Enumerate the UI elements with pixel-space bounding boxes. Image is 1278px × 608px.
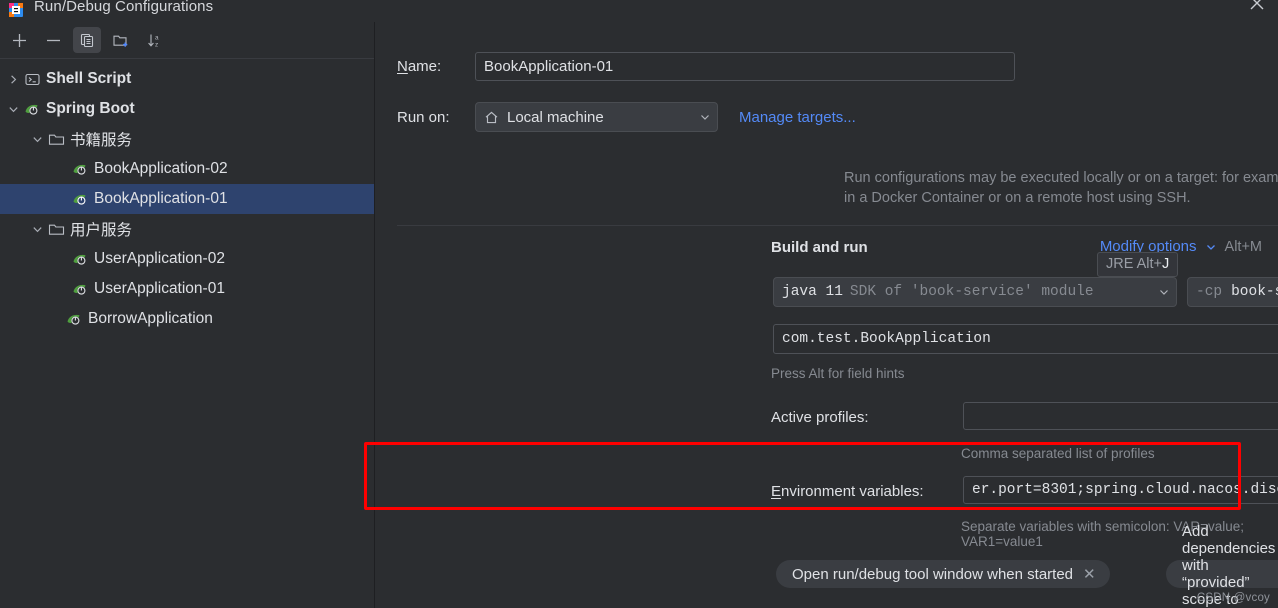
tree-item-shell-script[interactable]: Shell Script	[0, 64, 374, 94]
chip-label: Open run/debug tool window when started	[792, 565, 1074, 583]
sort-configurations-button[interactable]: a z	[141, 27, 169, 53]
field-hints-text: Press Alt for field hints	[771, 366, 905, 381]
environment-variables-value: er.port=8301;spring.cloud.nacos.discover…	[972, 482, 1278, 498]
copy-configuration-button[interactable]	[73, 27, 101, 53]
title-bar: Run/Debug Configurations	[0, 0, 1278, 22]
run-on-value: Local machine	[507, 108, 604, 126]
active-profiles-hint: Comma separated list of profiles	[961, 446, 1155, 461]
close-icon[interactable]: ✕	[1083, 567, 1096, 582]
chevron-right-icon[interactable]	[4, 74, 22, 85]
chevron-down-icon[interactable]	[1158, 286, 1170, 298]
home-icon	[484, 110, 499, 125]
tree-item-userapplication-01[interactable]: UserApplication-01	[0, 274, 374, 304]
tree-item-label: BookApplication-01	[94, 190, 228, 207]
tree-item-spring-boot[interactable]: Spring Boot	[0, 94, 374, 124]
run-debug-configurations-dialog: Run/Debug Configurations a z Shell Scrip…	[0, 0, 1278, 608]
shell-script-icon	[22, 72, 42, 87]
folder-icon	[46, 132, 66, 147]
run-on-help-text: Run configurations may be executed local…	[844, 170, 1278, 206]
chevron-down-icon[interactable]	[28, 224, 46, 235]
spring-boot-icon	[70, 162, 90, 177]
environment-variables-label: Environment variables:	[771, 483, 924, 500]
watermark: CSDN @vcoy	[1196, 592, 1270, 604]
chip-open-tool-window[interactable]: Open run/debug tool window when started …	[776, 560, 1110, 588]
close-icon[interactable]	[1246, 0, 1268, 14]
intellij-idea-icon	[8, 2, 24, 18]
main-class-value: com.test.BookApplication	[782, 331, 991, 347]
tree-item-bookapplication-01[interactable]: BookApplication-01	[0, 184, 374, 214]
classpath-combobox[interactable]: -cp book-service	[1187, 277, 1278, 307]
jre-value-hint: SDK of 'book-service' module	[849, 284, 1094, 300]
spring-boot-icon	[70, 252, 90, 267]
jre-shortcut-tooltip: JRE Alt+J	[1097, 252, 1179, 277]
active-profiles-input[interactable]	[963, 402, 1278, 430]
dialog-body: a z Shell Script Spring Boot 书籍服务 BookAp…	[0, 22, 1278, 608]
name-input[interactable]: BookApplication-01	[475, 52, 1015, 81]
modify-options-shortcut: Alt+M	[1224, 238, 1262, 255]
tree-item-userapplication-02[interactable]: UserApplication-02	[0, 244, 374, 274]
environment-variables-input[interactable]: er.port=8301;spring.cloud.nacos.discover…	[963, 476, 1278, 504]
classpath-prefix: -cp	[1196, 284, 1223, 300]
tree-item-label: BorrowApplication	[88, 310, 213, 327]
tree-item-label: Shell Script	[46, 70, 132, 87]
jre-combobox[interactable]: java 11 SDK of 'book-service' module	[773, 277, 1177, 307]
classpath-value: book-service	[1231, 284, 1278, 300]
new-folder-button[interactable]	[107, 27, 135, 53]
chevron-down-icon[interactable]	[28, 134, 46, 145]
run-on-label: Run on:	[397, 108, 450, 126]
tree-item-borrowapplication[interactable]: BorrowApplication	[0, 304, 374, 334]
manage-targets-link[interactable]: Manage targets...	[739, 109, 856, 126]
active-profiles-label: Active profiles:	[771, 409, 869, 426]
chevron-down-icon[interactable]	[1205, 241, 1217, 253]
spring-boot-icon	[64, 312, 84, 327]
name-input-value: BookApplication-01	[484, 58, 614, 75]
dialog-title: Run/Debug Configurations	[34, 0, 214, 15]
run-on-combobox[interactable]: Local machine	[475, 102, 718, 132]
svg-text:z: z	[155, 41, 158, 48]
spring-boot-icon	[70, 192, 90, 207]
tree-item-bookapplication-02[interactable]: BookApplication-02	[0, 154, 374, 184]
build-and-run-title: Build and run	[771, 239, 868, 256]
chip-add-provided-dependencies[interactable]: Add dependencies with “provided” scope t…	[1166, 523, 1278, 608]
tree-item-folder-user-service[interactable]: 用户服务	[0, 214, 374, 244]
configuration-editor-panel: Name: BookApplication-01 Store as projec…	[375, 22, 1278, 608]
spring-boot-configuration-form: Name: BookApplication-01 Store as projec…	[375, 22, 1278, 608]
chevron-down-icon[interactable]	[4, 104, 22, 115]
tree-item-label: UserApplication-02	[94, 250, 225, 267]
tree-item-label: UserApplication-01	[94, 280, 225, 297]
configurations-tree: Shell Script Spring Boot 书籍服务 BookApplic…	[0, 59, 374, 334]
configurations-panel: a z Shell Script Spring Boot 书籍服务 BookAp…	[0, 22, 375, 608]
remove-configuration-button[interactable]	[39, 27, 67, 53]
tree-item-label: BookApplication-02	[94, 160, 228, 177]
folder-icon	[46, 222, 66, 237]
main-class-input[interactable]: com.test.BookApplication	[773, 324, 1278, 354]
section-divider	[397, 225, 1278, 226]
jre-value: java 11	[782, 284, 843, 300]
tree-item-label: Spring Boot	[46, 100, 135, 117]
spring-boot-icon	[70, 282, 90, 297]
tree-item-folder-book-service[interactable]: 书籍服务	[0, 124, 374, 154]
add-configuration-button[interactable]	[5, 27, 33, 53]
tree-item-label: 用户服务	[70, 222, 133, 239]
chevron-down-icon[interactable]	[699, 111, 711, 123]
name-label: Name:	[397, 58, 442, 75]
spring-boot-icon	[22, 102, 42, 117]
configurations-toolbar: a z	[0, 22, 374, 59]
tree-item-label: 书籍服务	[70, 132, 133, 149]
